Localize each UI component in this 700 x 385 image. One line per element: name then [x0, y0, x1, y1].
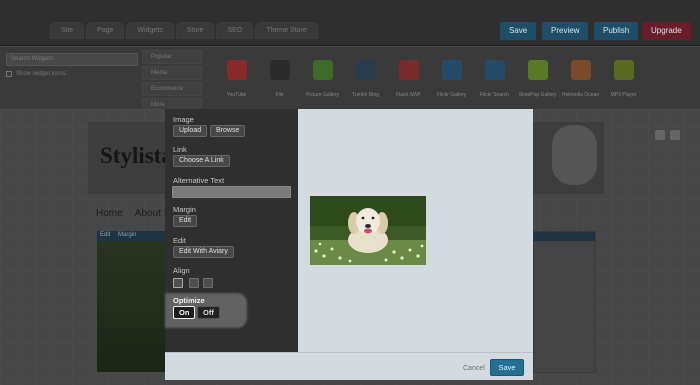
shoppop-icon [527, 60, 548, 80]
site-nav: Home About [96, 208, 173, 219]
upload-button[interactable]: Upload [173, 125, 208, 137]
show-widget-icons-option[interactable]: Show widget icons [6, 71, 66, 77]
checkbox[interactable] [6, 71, 12, 77]
widget-app-list: YouTube File Picture Gallery Tumblr Blog Fla… [215, 60, 645, 98]
banner-decoration [552, 125, 597, 185]
widget-app[interactable]: MP3 Player [602, 60, 645, 98]
widget-app-label: MP3 Player [610, 92, 637, 98]
widget-app-label: Picture Gallery [306, 92, 339, 98]
optimize-on-button[interactable]: On [173, 306, 196, 319]
tab-widgets[interactable]: Widgets [126, 22, 174, 39]
page-photo [97, 232, 167, 372]
dialog-footer: Cancel Save [165, 352, 533, 380]
nav-home[interactable]: Home [96, 208, 123, 219]
category-ecommerce[interactable]: Ecommerce [142, 82, 202, 96]
tab-page[interactable]: Page [86, 22, 125, 39]
tab-seo[interactable]: SEO [216, 22, 254, 39]
widget-app[interactable]: Flash SWF [387, 60, 430, 98]
widget-app[interactable]: Picture Gallery [301, 60, 344, 98]
margin-edit-button[interactable]: Edit [173, 215, 198, 227]
widget-app[interactable]: Flickr Gallery [430, 60, 473, 98]
browse-button[interactable]: Browse [210, 125, 246, 137]
edit-with-aviary-button[interactable]: Edit With Aviary [173, 246, 234, 258]
align-left-button[interactable] [173, 278, 183, 288]
widget-app-label: ShopPop Gallery [518, 92, 557, 98]
link-label: Link [173, 145, 187, 154]
widget-app-label: Tumblr Blog [352, 92, 379, 98]
widget-app-label: Flickr Search [479, 92, 510, 98]
ocean-icon [570, 60, 591, 80]
widget-app-label: Helmedia Ocean [561, 92, 600, 98]
page-side-frame [533, 231, 596, 373]
image-settings-dialog: Image Upload Browse Link Choose A Link A… [165, 109, 533, 380]
widget-app[interactable]: YouTube [215, 60, 258, 98]
preview-button[interactable]: Preview [542, 22, 589, 40]
image-preview [310, 196, 426, 265]
widget-app-label: YouTube [226, 92, 247, 98]
optimize-off-button[interactable]: Off [197, 306, 220, 319]
optimize-label: Optimize [173, 296, 205, 305]
youtube-icon [226, 60, 247, 80]
music-note-icon [613, 60, 634, 80]
edit-label: Edit [173, 236, 186, 245]
flash-icon [398, 60, 419, 80]
widget-app-label: Flash SWF [396, 92, 421, 98]
settings-panel: Image Upload Browse Link Choose A Link A… [165, 109, 298, 352]
image-label: Image [173, 115, 194, 124]
widget-app-label: Flickr Gallery [436, 92, 467, 98]
align-right-button[interactable] [203, 278, 213, 288]
photo-tool-margin[interactable]: Margin [118, 232, 136, 238]
publish-button[interactable]: Publish [594, 22, 639, 40]
align-label: Align [173, 266, 190, 275]
category-media[interactable]: Media [142, 66, 202, 80]
photo-toolbar: Edit Margin [97, 231, 167, 241]
cancel-button[interactable]: Cancel [463, 365, 485, 372]
choose-link-button[interactable]: Choose A Link [173, 155, 230, 167]
flickr-icon [441, 60, 462, 80]
tab-theme-store[interactable]: Theme Store [255, 22, 318, 39]
category-popular[interactable]: Popular [142, 50, 202, 64]
widget-app-label: File [275, 92, 284, 98]
widget-app[interactable]: Tumblr Blog [344, 60, 387, 98]
widget-app[interactable]: Helmedia Ocean [559, 60, 602, 98]
tab-store[interactable]: Store [175, 22, 215, 39]
image-preview-area [298, 109, 533, 352]
margin-label: Margin [173, 205, 196, 214]
site-title: Stylista [100, 143, 173, 168]
show-widget-icons-label: Show widget icons [16, 71, 66, 77]
widget-app[interactable]: File [258, 60, 301, 98]
floppy-icon [269, 60, 290, 80]
align-center-button[interactable] [189, 278, 199, 288]
widget-app[interactable]: ShopPop Gallery [516, 60, 559, 98]
alt-text-label: Alternative Text [173, 176, 225, 185]
widget-app[interactable]: Flickr Search [473, 60, 516, 98]
banner-settings-icon[interactable] [655, 130, 665, 140]
flickr-search-icon [484, 60, 505, 80]
save-button[interactable]: Save [500, 22, 537, 40]
editor-tabs: Site Page Widgets Store SEO Theme Store [50, 22, 320, 39]
tumblr-icon [355, 60, 376, 80]
widget-categories: Popular Media Ecommerce More [142, 50, 202, 114]
alt-text-input[interactable] [172, 186, 291, 198]
upgrade-button[interactable]: Upgrade [642, 22, 691, 40]
gallery-icon [312, 60, 333, 80]
widget-search-input[interactable]: Search Widgets [6, 53, 138, 66]
photo-tool-edit[interactable]: Edit [100, 232, 110, 238]
dialog-save-button[interactable]: Save [490, 359, 524, 376]
banner-image-icon[interactable] [670, 130, 680, 140]
nav-about[interactable]: About [135, 208, 161, 219]
tab-site[interactable]: Site [50, 22, 85, 39]
